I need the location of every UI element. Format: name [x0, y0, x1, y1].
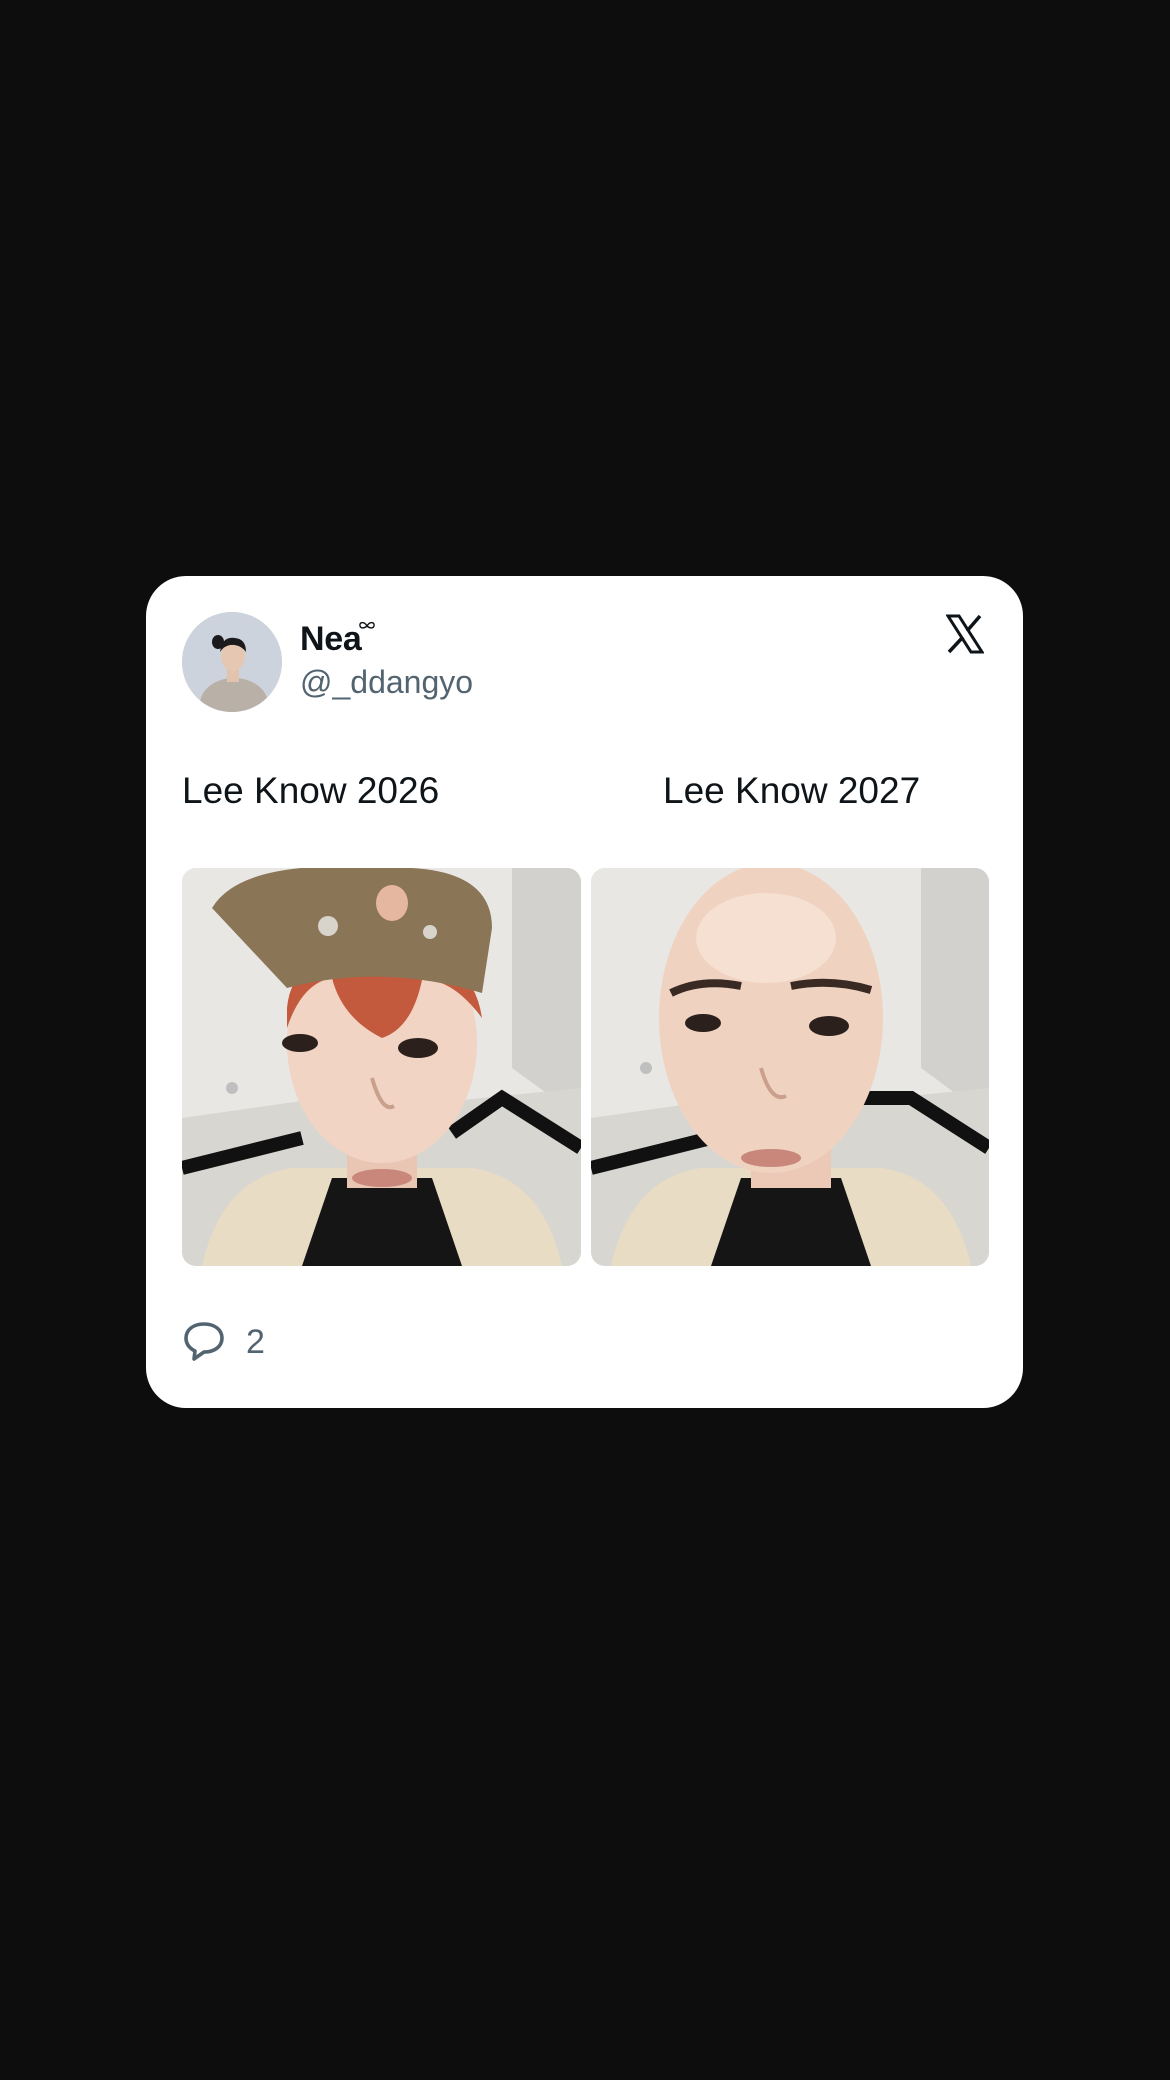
display-name[interactable]: Nea — [300, 620, 362, 659]
ribbon-emoji-icon — [359, 621, 375, 629]
photo-bald[interactable] — [591, 868, 989, 1266]
photo-bald-image — [591, 868, 989, 1266]
post-card[interactable]: Nea @_ddangyo Lee Know 2026 Lee Know 202… — [146, 576, 1023, 1408]
x-logo-icon[interactable] — [946, 614, 984, 654]
photo-with-cap[interactable] — [182, 868, 581, 1266]
caption-right: Lee Know 2027 — [663, 770, 921, 811]
caption-left: Lee Know 2026 — [182, 770, 440, 811]
speech-bubble-icon[interactable] — [182, 1320, 226, 1362]
handle[interactable]: @_ddangyo — [300, 664, 473, 701]
avatar-photo — [182, 612, 282, 712]
photo-with-cap-image — [182, 868, 581, 1266]
reply-count: 2 — [246, 1323, 265, 1361]
avatar[interactable] — [182, 612, 282, 712]
